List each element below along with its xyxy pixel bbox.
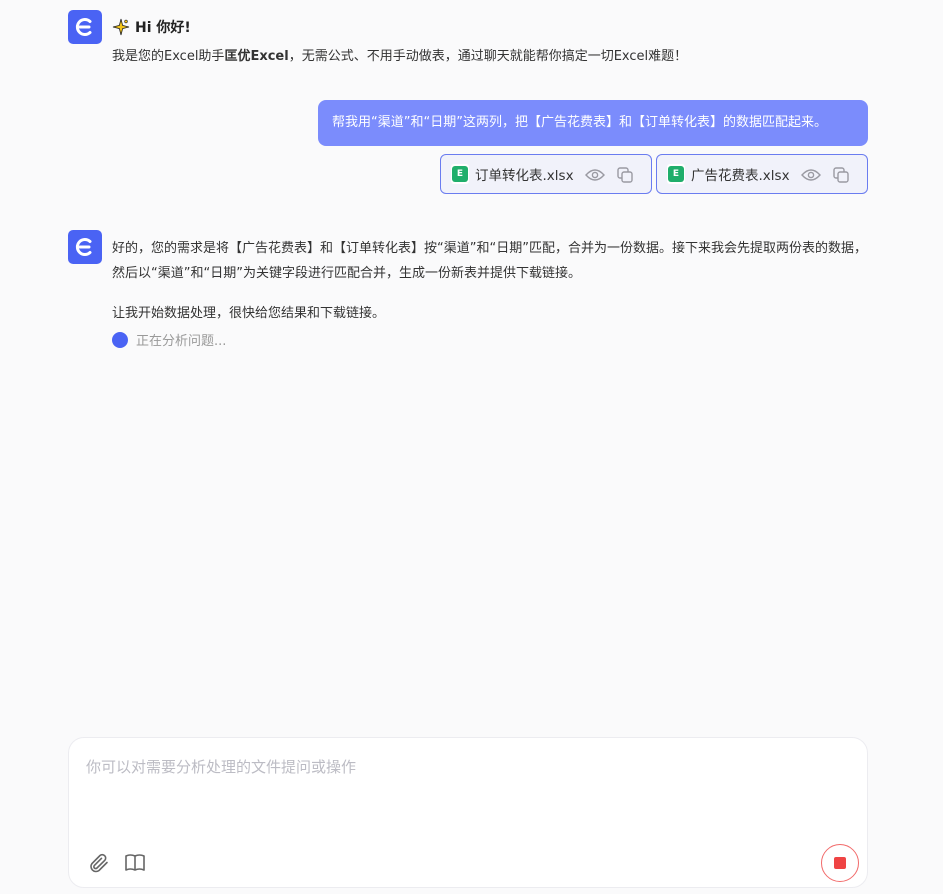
greeting-body-prefix: 我是您的Excel助手 (112, 49, 225, 64)
greeting-title-text: Hi 你好! (135, 20, 191, 36)
attachment-chip[interactable]: E 广告花费表.xlsx (656, 154, 868, 194)
loading-dot-icon (112, 331, 128, 348)
assistant-avatar (68, 10, 102, 44)
message-input[interactable] (86, 756, 846, 836)
greeting-body: 我是您的Excel助手匡优Excel，无需公式、不用手动做表，通过聊天就能帮你搞… (112, 45, 687, 64)
preview-eye-icon[interactable] (585, 165, 605, 185)
user-message-bubble: 帮我用“渠道”和“日期”这两列，把【广告花费表】和【订单转化表】的数据匹配起来。 (318, 100, 868, 146)
analysis-status: 正在分析问题... (112, 330, 226, 349)
user-message-text: 帮我用“渠道”和“日期”这两列，把【广告花费表】和【订单转化表】的数据匹配起来。 (332, 115, 827, 130)
assistant-reply: 好的，您的需求是将【广告花费表】和【订单转化表】按“渠道”和“日期”匹配，合并为… (112, 236, 872, 326)
assistant-logo-icon (75, 238, 92, 256)
attach-paperclip-icon[interactable] (86, 850, 112, 876)
assistant-avatar (68, 230, 102, 264)
attachment-name: 广告花费表.xlsx (691, 168, 790, 184)
assistant-logo-icon (75, 18, 92, 36)
message-composer (68, 737, 868, 888)
greeting-body-suffix: ，无需公式、不用手动做表，通过聊天就能帮你搞定一切Excel难题！ (288, 49, 688, 64)
book-icon[interactable] (122, 850, 148, 876)
status-text: 正在分析问题... (136, 334, 227, 349)
copy-icon[interactable] (831, 165, 851, 185)
excel-file-icon: E (451, 164, 469, 184)
copy-icon[interactable] (615, 165, 635, 185)
preview-eye-icon[interactable] (801, 165, 821, 185)
sparkle-icon (112, 18, 130, 36)
greeting-title: Hi 你好! (112, 17, 191, 37)
stop-icon (834, 857, 846, 869)
chat-page: Hi 你好! 我是您的Excel助手匡优Excel，无需公式、不用手动做表，通过… (0, 0, 943, 894)
excel-file-icon: E (667, 164, 685, 184)
stop-generation-button[interactable] (821, 844, 859, 882)
reply-paragraph: 让我开始数据处理，很快给您结果和下载链接。 (112, 306, 386, 321)
attachment-chip[interactable]: E 订单转化表.xlsx (440, 154, 652, 194)
reply-paragraph: 好的，您的需求是将【广告花费表】和【订单转化表】按“渠道”和“日期”匹配，合并为… (112, 241, 867, 281)
attachment-name: 订单转化表.xlsx (475, 168, 574, 184)
brand-name: 匡优Excel (224, 49, 289, 64)
